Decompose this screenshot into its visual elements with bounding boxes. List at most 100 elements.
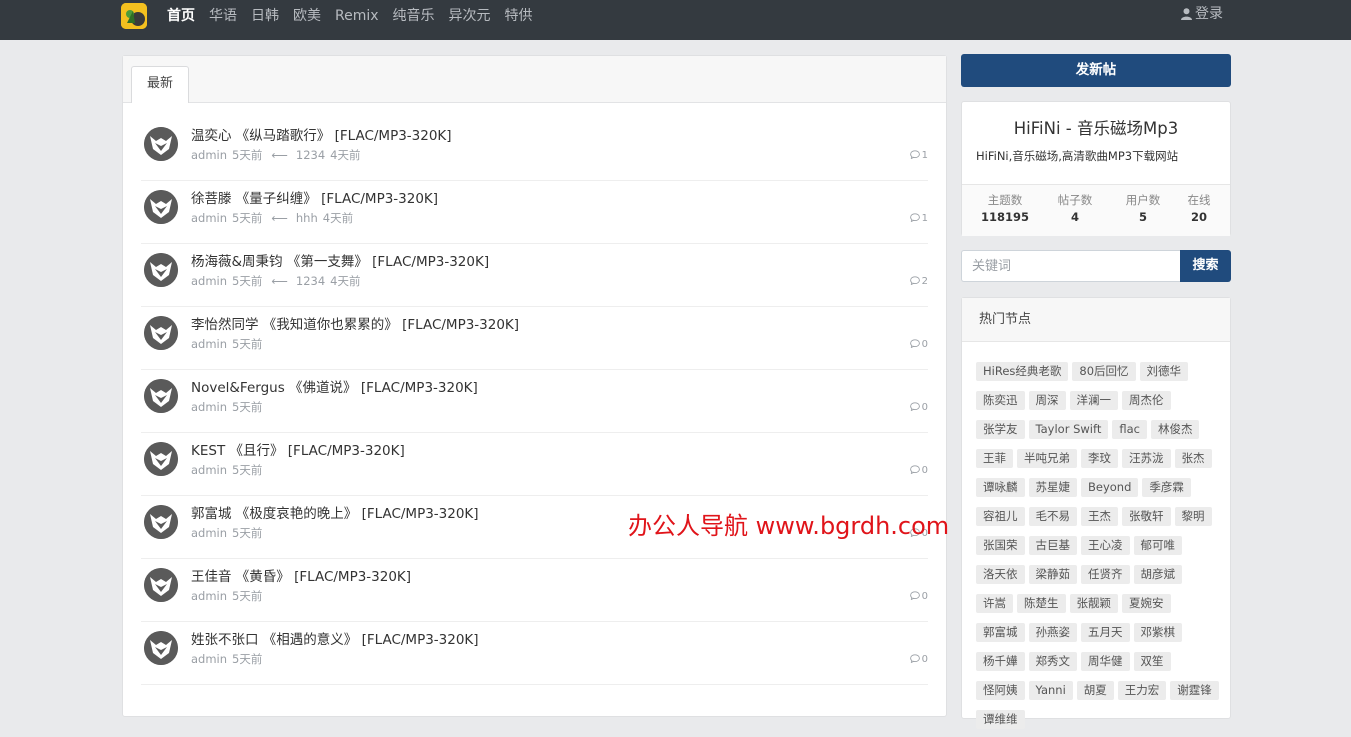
tag-link[interactable]: 张敬轩 bbox=[1122, 507, 1171, 526]
tag-link[interactable]: 洛天依 bbox=[976, 565, 1025, 584]
tag-link[interactable]: 王杰 bbox=[1081, 507, 1118, 526]
thread-title[interactable]: 温奕心 《纵马踏歌行》 [FLAC/MP3-320K] bbox=[191, 124, 452, 144]
nav-link[interactable]: Remix bbox=[335, 7, 379, 25]
tag-link[interactable]: 王菲 bbox=[976, 449, 1013, 468]
nav-link[interactable]: 纯音乐 bbox=[393, 7, 435, 25]
thread-title[interactable]: 杨海薇&周秉钧 《第一支舞》 [FLAC/MP3-320K] bbox=[191, 250, 489, 270]
tag-link[interactable]: 梁静茹 bbox=[1028, 565, 1077, 584]
tag-link[interactable]: 周杰伦 bbox=[1122, 391, 1171, 410]
nav-link[interactable]: 特供 bbox=[505, 7, 533, 25]
last-reply-user[interactable]: hhh bbox=[296, 211, 318, 225]
tag-link[interactable]: 郁可唯 bbox=[1133, 536, 1182, 555]
tag-link[interactable]: 张国荣 bbox=[976, 536, 1025, 555]
tag-link[interactable]: Beyond bbox=[1081, 478, 1139, 497]
avatar[interactable] bbox=[144, 568, 178, 602]
nav-link[interactable]: 首页 bbox=[167, 7, 195, 25]
avatar[interactable] bbox=[144, 253, 178, 287]
thread-row[interactable]: KEST 《且行》 [FLAC/MP3-320K] admin 5天前 0 bbox=[141, 433, 928, 496]
avatar[interactable] bbox=[144, 505, 178, 539]
nav-link[interactable]: 华语 bbox=[209, 7, 237, 25]
tag-link[interactable]: 古巨基 bbox=[1028, 536, 1077, 555]
thread-title[interactable]: KEST 《且行》 [FLAC/MP3-320K] bbox=[191, 439, 405, 459]
nav-link[interactable]: 异次元 bbox=[449, 7, 491, 25]
tag-link[interactable]: 孙燕姿 bbox=[1028, 623, 1077, 642]
tag-link[interactable]: 王心凌 bbox=[1081, 536, 1130, 555]
tag-link[interactable]: 容祖儿 bbox=[976, 507, 1025, 526]
tag-link[interactable]: 谭维维 bbox=[976, 710, 1025, 729]
new-post-button[interactable]: 发新帖 bbox=[961, 54, 1231, 87]
tag-link[interactable]: 周华健 bbox=[1081, 652, 1130, 671]
search-button[interactable]: 搜索 bbox=[1180, 250, 1231, 282]
tag-link[interactable]: 夏婉安 bbox=[1122, 594, 1171, 613]
tag-link[interactable]: 张杰 bbox=[1174, 449, 1212, 468]
tag-link[interactable]: 郑秀文 bbox=[1028, 652, 1077, 671]
thread-row[interactable]: 徐菩滕 《量子纠缠》 [FLAC/MP3-320K] admin 5天前 ⟵ hhh 4天… bbox=[141, 181, 928, 244]
avatar[interactable] bbox=[144, 631, 178, 665]
thread-title[interactable]: 李怡然同学 《我知道你也累累的》 [FLAC/MP3-320K] bbox=[191, 313, 519, 333]
tag-link[interactable]: 汪苏泷 bbox=[1122, 449, 1171, 468]
tag-link[interactable]: 林俊杰 bbox=[1150, 420, 1200, 439]
tag-link[interactable]: 谭咏麟 bbox=[976, 478, 1025, 497]
thread-row[interactable]: 温奕心 《纵马踏歌行》 [FLAC/MP3-320K] admin 5天前 ⟵ 1234… bbox=[141, 118, 928, 181]
thread-title[interactable]: Novel&Fergus 《佛道说》 [FLAC/MP3-320K] bbox=[191, 376, 478, 396]
thread-row[interactable]: 李怡然同学 《我知道你也累累的》 [FLAC/MP3-320K] admin 5天前… bbox=[141, 307, 928, 370]
tag-link[interactable]: 邓紫棋 bbox=[1133, 623, 1182, 642]
thread-author[interactable]: admin bbox=[191, 211, 227, 225]
tag-link[interactable]: 胡夏 bbox=[1076, 681, 1114, 700]
thread-title[interactable]: 姓张不张口 《相遇的意义》 [FLAC/MP3-320K] bbox=[191, 628, 479, 648]
tag-link[interactable]: 刘德华 bbox=[1139, 362, 1189, 381]
thread-row[interactable]: 王佳音 《黄昏》 [FLAC/MP3-320K] admin 5天前 0 bbox=[141, 559, 928, 622]
tag-link[interactable]: 怪阿姨 bbox=[976, 681, 1025, 700]
tag-link[interactable]: 王力宏 bbox=[1117, 681, 1167, 700]
tag-link[interactable]: 五月天 bbox=[1081, 623, 1130, 642]
thread-author[interactable]: admin bbox=[191, 589, 227, 603]
thread-author[interactable]: admin bbox=[191, 526, 227, 540]
thread-row[interactable]: 郭富城 《极度哀艳的晚上》 [FLAC/MP3-320K] admin 5天前 0 bbox=[141, 496, 928, 559]
thread-row[interactable]: 杨海薇&周秉钧 《第一支舞》 [FLAC/MP3-320K] admin 5天前 ⟵ 1… bbox=[141, 244, 928, 307]
tag-link[interactable]: 周深 bbox=[1028, 391, 1066, 410]
tag-link[interactable]: 李玟 bbox=[1081, 449, 1118, 468]
tag-link[interactable]: 任贤齐 bbox=[1081, 565, 1130, 584]
thread-title[interactable]: 徐菩滕 《量子纠缠》 [FLAC/MP3-320K] bbox=[191, 187, 438, 207]
thread-title[interactable]: 郭富城 《极度哀艳的晚上》 [FLAC/MP3-320K] bbox=[191, 502, 479, 522]
thread-author[interactable]: admin bbox=[191, 148, 227, 162]
thread-author[interactable]: admin bbox=[191, 400, 227, 414]
tag-link[interactable]: Taylor Swift bbox=[1028, 420, 1109, 439]
tag-link[interactable]: flac bbox=[1112, 420, 1147, 439]
thread-row[interactable]: 姓张不张口 《相遇的意义》 [FLAC/MP3-320K] admin 5天前 0 bbox=[141, 622, 928, 685]
avatar[interactable] bbox=[144, 442, 178, 476]
tag-link[interactable]: 张靓颖 bbox=[1069, 594, 1118, 613]
avatar[interactable] bbox=[144, 127, 178, 161]
tag-link[interactable]: 毛不易 bbox=[1028, 507, 1077, 526]
tag-link[interactable]: 陈奕迅 bbox=[976, 391, 1025, 410]
tag-link[interactable]: 半吨兄弟 bbox=[1017, 449, 1077, 468]
tag-link[interactable]: 郭富城 bbox=[976, 623, 1025, 642]
tag-link[interactable]: 杨千嬅 bbox=[976, 652, 1025, 671]
nav-link[interactable]: 日韩 bbox=[251, 7, 279, 25]
login-link[interactable]: 登录 bbox=[1181, 5, 1223, 25]
avatar[interactable] bbox=[144, 316, 178, 350]
site-logo[interactable] bbox=[121, 3, 147, 29]
tag-link[interactable]: 季彦霖 bbox=[1142, 478, 1191, 497]
tag-link[interactable]: 谢霆锋 bbox=[1170, 681, 1219, 700]
last-reply-user[interactable]: 1234 bbox=[296, 148, 325, 162]
tag-link[interactable]: 洋澜一 bbox=[1069, 391, 1118, 410]
tag-link[interactable]: 陈楚生 bbox=[1017, 594, 1066, 613]
tag-link[interactable]: 张学友 bbox=[976, 420, 1025, 439]
thread-author[interactable]: admin bbox=[191, 337, 227, 351]
thread-row[interactable]: Novel&Fergus 《佛道说》 [FLAC/MP3-320K] admin 5… bbox=[141, 370, 928, 433]
tab-latest[interactable]: 最新 bbox=[131, 66, 189, 103]
tag-link[interactable]: Yanni bbox=[1028, 681, 1073, 700]
tag-link[interactable]: 许嵩 bbox=[976, 594, 1013, 613]
tag-link[interactable]: 黎明 bbox=[1174, 507, 1212, 526]
avatar[interactable] bbox=[144, 190, 178, 224]
tag-link[interactable]: 80后回忆 bbox=[1072, 362, 1136, 381]
tag-link[interactable]: HiRes经典老歌 bbox=[976, 362, 1069, 381]
last-reply-user[interactable]: 1234 bbox=[296, 274, 325, 288]
nav-link[interactable]: 欧美 bbox=[293, 7, 321, 25]
thread-author[interactable]: admin bbox=[191, 274, 227, 288]
avatar[interactable] bbox=[144, 379, 178, 413]
tag-link[interactable]: 苏星婕 bbox=[1028, 478, 1077, 497]
search-input[interactable] bbox=[961, 250, 1180, 282]
thread-author[interactable]: admin bbox=[191, 463, 227, 477]
